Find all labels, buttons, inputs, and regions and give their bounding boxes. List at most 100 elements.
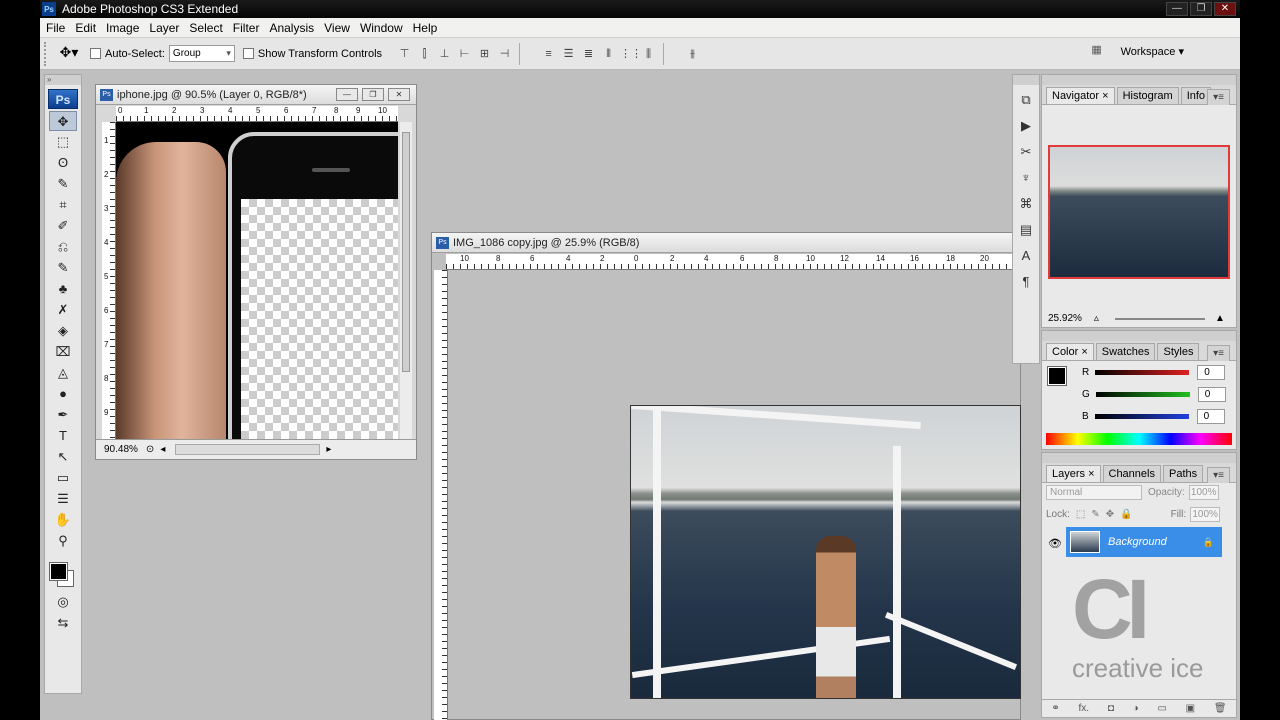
doc1-close-button[interactable]: ✕ [388, 88, 410, 101]
lasso-tool-icon[interactable]: ʘ [49, 153, 77, 173]
move-tool-icon[interactable]: ✥ [49, 111, 77, 131]
lock-transparent-icon[interactable]: ⬚ [1076, 509, 1085, 520]
color-spectrum-bar[interactable] [1046, 433, 1232, 445]
scroll-thumb[interactable] [402, 132, 410, 372]
distribute-hcenter-icon[interactable]: ⋮⋮ [620, 46, 642, 62]
character-panel-icon[interactable]: A [1015, 245, 1037, 267]
channel-value[interactable]: 0 [1196, 409, 1225, 424]
type-tool-icon[interactable]: T [49, 426, 77, 446]
distribute-top-icon[interactable]: ≡ [540, 46, 557, 62]
pen-tool-icon[interactable]: ✒ [49, 405, 77, 425]
status-menu-icon[interactable]: ⊙ [146, 444, 154, 455]
menu-help[interactable]: Help [413, 21, 446, 35]
panel-menu-icon[interactable]: ▾≡ [1207, 467, 1230, 483]
menu-file[interactable]: File [46, 21, 73, 35]
zoom-slider[interactable] [1114, 317, 1205, 320]
doc1-zoom-level[interactable]: 90.48% [104, 444, 138, 455]
distribute-bottom-icon[interactable]: ≣ [580, 46, 597, 62]
tab-navigator[interactable]: Navigator × [1046, 87, 1115, 104]
doc1-vertical-scrollbar[interactable] [400, 122, 412, 439]
tab-channels[interactable]: Channels [1102, 465, 1161, 482]
doc2-title-bar[interactable]: Ps IMG_1086 copy.jpg @ 25.9% (RGB/8) [432, 233, 1020, 253]
slice-tool-icon[interactable]: ✐ [49, 216, 77, 236]
brush-tool-icon[interactable]: ✎ [49, 258, 77, 278]
tool-presets-icon[interactable]: ✂ [1015, 141, 1037, 163]
visibility-eye-icon[interactable]: 👁 [1048, 537, 1062, 550]
scroll-left-icon[interactable]: ◂ [160, 444, 165, 455]
tab-styles[interactable]: Styles [1157, 343, 1200, 360]
doc1-horizontal-scrollbar[interactable] [175, 444, 321, 455]
auto-align-icon[interactable]: ⫵ [684, 46, 701, 62]
new-group-icon[interactable]: ▭ [1157, 703, 1166, 714]
bridge-icon[interactable]: ▦ [1087, 43, 1107, 59]
layer-row-background[interactable]: Background 🔒 [1066, 527, 1222, 557]
align-hcenter-icon[interactable]: ⊞ [476, 46, 493, 62]
add-mask-icon[interactable]: ◘ [1108, 703, 1114, 714]
healing-brush-icon[interactable]: ⎌ [49, 237, 77, 257]
panel-menu-icon[interactable]: ▾≡ [1207, 89, 1230, 105]
menu-filter[interactable]: Filter [233, 21, 268, 35]
channel-slider[interactable] [1094, 414, 1189, 419]
quick-mask-icon[interactable]: ◎ [49, 592, 77, 612]
zoom-in-icon[interactable]: ▲ [1215, 313, 1225, 324]
paragraph-panel-icon[interactable]: ¶ [1015, 271, 1037, 293]
lock-position-icon[interactable]: ✥ [1106, 509, 1114, 520]
adjustment-layer-icon[interactable]: ◑ [1133, 703, 1139, 714]
paint-bucket-icon[interactable]: ⌧ [49, 342, 77, 362]
auto-select-checkbox[interactable] [90, 48, 101, 59]
crop-tool-icon[interactable]: ⌗ [49, 195, 77, 215]
workspace-menu[interactable]: Workspace ▾ [1121, 45, 1184, 58]
menu-image[interactable]: Image [106, 21, 147, 35]
show-transform-checkbox[interactable] [242, 48, 254, 59]
blur-tool-icon[interactable]: ◬ [49, 363, 77, 383]
fill-input[interactable]: 100% [1190, 507, 1221, 522]
menu-analysis[interactable]: Analysis [269, 21, 322, 35]
align-top-icon[interactable]: ⊤ [396, 46, 413, 62]
dodge-tool-icon[interactable]: ● [49, 384, 77, 404]
doc1-minimize-button[interactable]: — [336, 88, 358, 101]
quick-select-tool-icon[interactable]: ✎ [49, 174, 77, 194]
auto-select-option[interactable]: Auto-Select: [90, 48, 165, 60]
doc2-photo-canvas[interactable] [630, 405, 1021, 699]
delete-layer-icon[interactable]: 🗑 [1214, 703, 1227, 714]
menu-edit[interactable]: Edit [75, 21, 104, 35]
zoom-tool-icon[interactable]: ⚲ [49, 531, 77, 551]
navigator-preview[interactable] [1048, 145, 1230, 279]
menu-layer[interactable]: Layer [149, 21, 187, 35]
minimize-button[interactable]: — [1166, 2, 1188, 16]
history-panel-icon[interactable]: ⧉ [1015, 89, 1037, 111]
tools-panel-header[interactable]: » [45, 75, 81, 85]
menu-select[interactable]: Select [189, 21, 230, 35]
panel-header[interactable] [1042, 331, 1236, 341]
doc1-canvas[interactable] [116, 122, 398, 439]
channel-value[interactable]: 0 [1197, 387, 1226, 402]
doc1-title-bar[interactable]: Ps iphone.jpg @ 90.5% (Layer 0, RGB/8*) … [96, 85, 416, 105]
navigator-zoom-value[interactable]: 25.92% [1048, 313, 1082, 324]
tab-color[interactable]: Color × [1046, 343, 1094, 360]
screen-mode-icon[interactable]: ⇆ [49, 613, 77, 633]
menu-view[interactable]: View [324, 21, 358, 35]
align-vcenter-icon[interactable]: ⫿ [416, 46, 433, 62]
doc1-maximize-button[interactable]: ❐ [362, 88, 384, 101]
tab-histogram[interactable]: Histogram [1116, 87, 1179, 104]
layer-comps-icon[interactable]: ▤ [1015, 219, 1037, 241]
brushes-panel-icon[interactable]: ♆ [1015, 167, 1037, 189]
lock-all-icon[interactable]: 🔒 [1120, 509, 1132, 520]
color-foreground-swatch[interactable] [1047, 366, 1067, 386]
blend-mode-dropdown[interactable]: Normal [1046, 485, 1142, 500]
distribute-vcenter-icon[interactable]: ☰ [560, 46, 577, 62]
ps-logo[interactable]: Ps [48, 89, 78, 109]
menu-window[interactable]: Window [360, 21, 411, 35]
actions-panel-icon[interactable]: ▶ [1015, 115, 1037, 137]
shape-tool-icon[interactable]: ▭ [49, 468, 77, 488]
show-transform-option[interactable]: Show Transform Controls [242, 48, 382, 60]
path-select-icon[interactable]: ↖ [49, 447, 77, 467]
clone-source-icon[interactable]: ⌘ [1015, 193, 1037, 215]
hand-tool-icon[interactable]: ✋ [49, 510, 77, 530]
panel-menu-icon[interactable]: ▾≡ [1207, 345, 1230, 361]
eraser-tool-icon[interactable]: ◈ [49, 321, 77, 341]
opacity-input[interactable]: 100% [1188, 485, 1219, 500]
link-layers-icon[interactable]: ⚭ [1051, 703, 1059, 714]
layer-style-icon[interactable]: fx. [1079, 703, 1090, 714]
distribute-left-icon[interactable]: ⫴ [600, 46, 617, 62]
